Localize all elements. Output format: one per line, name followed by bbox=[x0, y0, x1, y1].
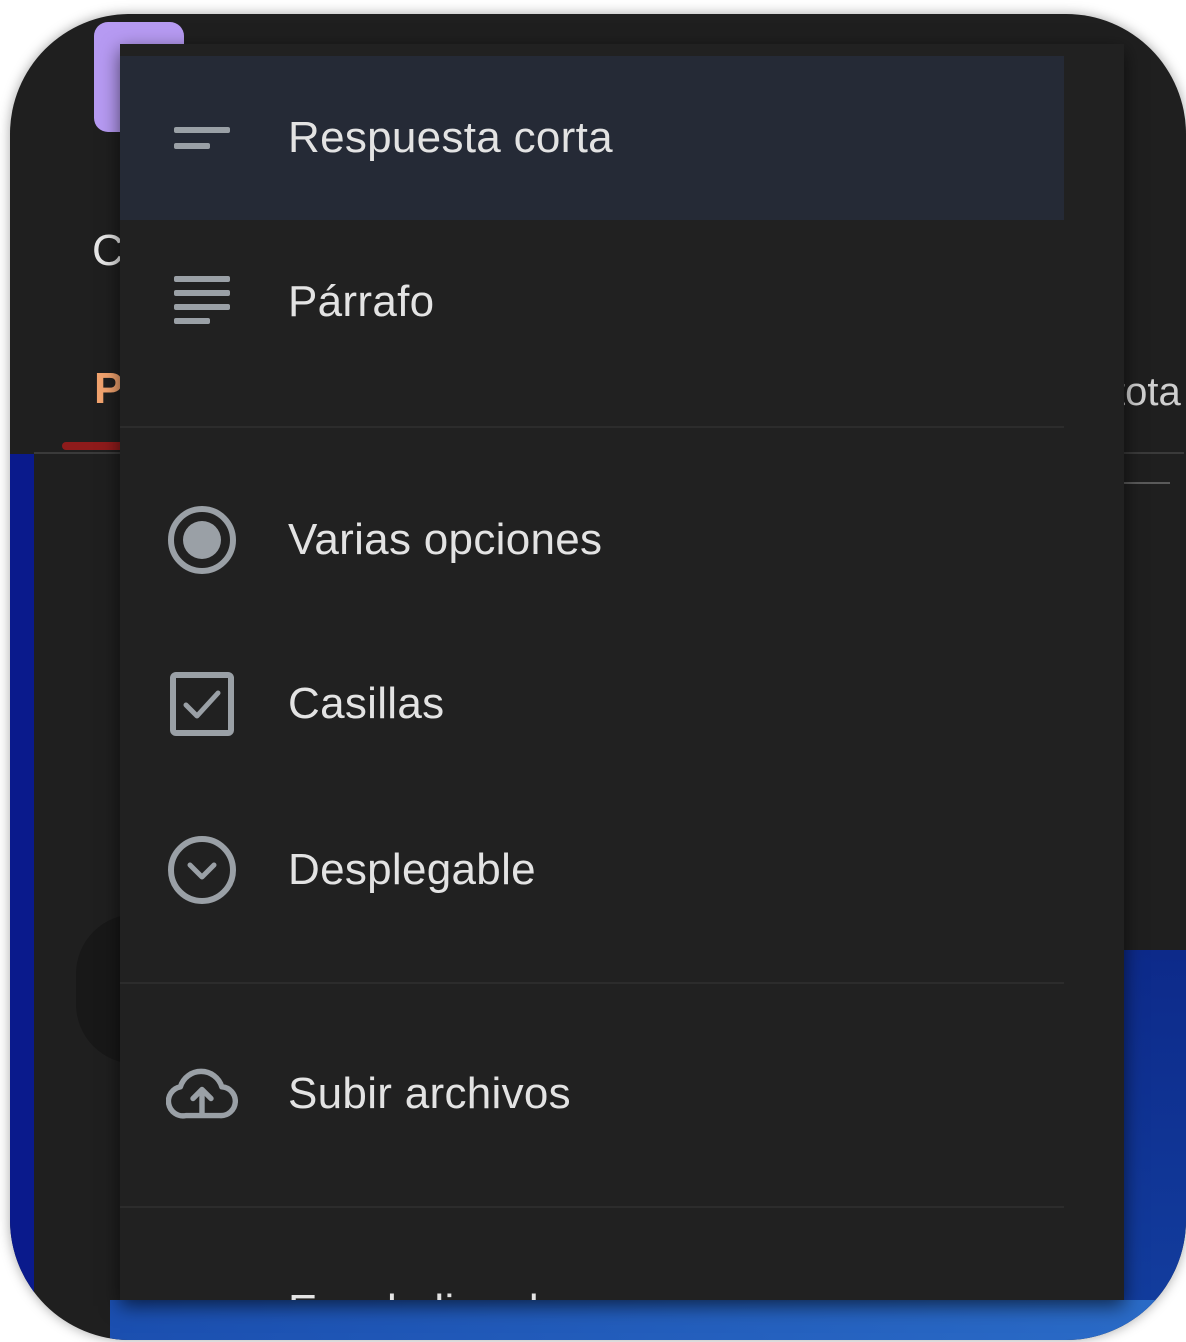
short-text-icon bbox=[166, 102, 238, 174]
background-panel-left bbox=[10, 454, 34, 1340]
background-panel-bottom bbox=[110, 1300, 1186, 1340]
menu-divider bbox=[120, 982, 1064, 984]
background-panel-right bbox=[1120, 950, 1186, 1340]
radio-button-icon bbox=[166, 504, 238, 576]
menu-divider bbox=[120, 1206, 1064, 1208]
menu-item-linear-scale[interactable]: Escala lineal bbox=[120, 1234, 1064, 1300]
menu-item-label: Párrafo bbox=[288, 277, 435, 326]
menu-item-label: Desplegable bbox=[288, 845, 536, 894]
menu-item-paragraph[interactable]: Párrafo bbox=[120, 220, 1064, 384]
app-frame: C P tota Respuesta corta Párrafo Varias … bbox=[10, 14, 1186, 1340]
menu-item-label: Varias opciones bbox=[288, 515, 603, 564]
paragraph-icon bbox=[166, 266, 238, 338]
linear-scale-icon bbox=[166, 1284, 238, 1300]
background-tab-fragment: P bbox=[94, 364, 124, 413]
background-divider bbox=[1120, 482, 1170, 484]
cloud-upload-icon bbox=[166, 1058, 238, 1130]
menu-item-label: Respuesta corta bbox=[288, 113, 613, 162]
menu-item-file-upload[interactable]: Subir archivos bbox=[120, 1012, 1064, 1176]
dropdown-icon bbox=[166, 834, 238, 906]
menu-item-multiple-choice[interactable]: Varias opciones bbox=[120, 458, 1064, 622]
background-tab-right-fragment: tota bbox=[1114, 370, 1181, 414]
menu-item-checkboxes[interactable]: Casillas bbox=[120, 622, 1064, 786]
menu-item-label: Escala lineal bbox=[288, 1286, 539, 1300]
background-title-fragment: C bbox=[92, 226, 124, 275]
menu-item-dropdown[interactable]: Desplegable bbox=[120, 788, 1064, 952]
menu-item-label: Subir archivos bbox=[288, 1069, 571, 1118]
question-type-menu: Respuesta corta Párrafo Varias opciones … bbox=[120, 44, 1124, 1300]
menu-item-label: Casillas bbox=[288, 679, 445, 728]
menu-item-short-answer[interactable]: Respuesta corta bbox=[120, 56, 1064, 220]
checkbox-icon bbox=[166, 668, 238, 740]
menu-divider bbox=[120, 426, 1064, 428]
